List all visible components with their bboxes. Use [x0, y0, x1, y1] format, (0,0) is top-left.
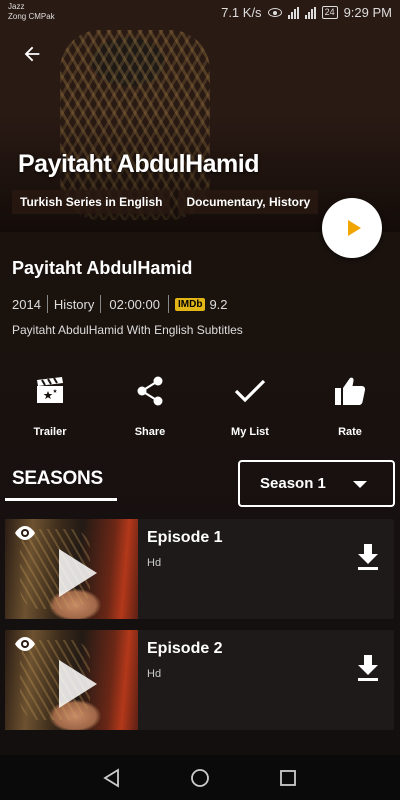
download-icon[interactable] [356, 654, 380, 682]
eye-icon [15, 526, 35, 540]
episode-quality: Hd [147, 668, 162, 680]
year: 2014 [12, 296, 41, 312]
meta-row: 2014 History 02:00:00 IMDb 9.2 [12, 295, 228, 313]
genre: History [53, 296, 95, 312]
play-icon [347, 220, 361, 236]
action-row: Trailer Share My List Rate [0, 372, 400, 438]
hero-tags: Turkish Series in English Documentary, H… [12, 190, 319, 214]
description: Payitaht AbdulHamid With English Subtitl… [12, 323, 243, 337]
carrier-line2: Zong CMPak [8, 12, 55, 21]
share-button[interactable]: Share [100, 372, 200, 438]
imdb-badge: IMDb [174, 297, 206, 311]
tag-category: Turkish Series in English [12, 190, 171, 214]
eye-icon [15, 637, 35, 651]
seasons-tab[interactable]: SEASONS [12, 468, 103, 490]
system-nav-bar [0, 755, 400, 800]
status-bar: Jazz Zong CMPak 7.1 K/s 24 9:29 PM [0, 0, 400, 28]
back-button[interactable] [18, 40, 46, 68]
episode-card[interactable]: Episode 1 Hd [5, 519, 394, 619]
my-list-label: My List [231, 426, 269, 438]
episode-title: Episode 1 [147, 529, 223, 546]
duration: 02:00:00 [109, 296, 160, 312]
home-circle-icon[interactable] [190, 768, 210, 788]
episode-quality: Hd [147, 557, 162, 569]
season-dropdown[interactable]: Season 1 [238, 460, 395, 507]
season-dropdown-value: Season 1 [260, 475, 326, 492]
battery-indicator: 24 [321, 6, 338, 19]
clapperboard-icon [37, 377, 63, 403]
rate-button[interactable]: Rate [300, 372, 400, 438]
play-overlay-icon [59, 660, 97, 708]
episode-card[interactable]: Episode 2 Hd [5, 630, 394, 730]
tag-genre: Documentary, History [178, 190, 319, 214]
trailer-label: Trailer [33, 426, 67, 438]
signal-icon [287, 6, 299, 19]
download-icon[interactable] [356, 543, 380, 571]
share-label: Share [134, 426, 166, 438]
divider [46, 295, 48, 313]
carrier-info: Jazz Zong CMPak [8, 2, 55, 22]
trailer-button[interactable]: Trailer [0, 372, 100, 438]
caret-down-icon [353, 481, 367, 488]
divider [167, 295, 169, 313]
episode-title: Episode 2 [147, 640, 223, 657]
my-list-button[interactable]: My List [200, 372, 300, 438]
show-title: Payitaht AbdulHamid [12, 258, 193, 278]
net-speed: 7.1 K/s [221, 5, 262, 20]
rate-label: Rate [338, 426, 362, 438]
play-button[interactable] [322, 198, 382, 258]
rating: 9.2 [209, 296, 228, 312]
share-icon [137, 376, 163, 406]
clock: 9:29 PM [343, 5, 392, 20]
back-arrow-icon [24, 46, 40, 62]
back-triangle-icon[interactable] [102, 767, 122, 788]
seasons-tab-indicator [5, 498, 117, 501]
episode-thumbnail[interactable] [5, 630, 138, 730]
hero-title: Payitaht AbdulHamid [18, 150, 260, 178]
thumbs-up-icon [335, 377, 366, 405]
eye-comfort-icon [267, 8, 282, 17]
divider [100, 295, 102, 313]
signal-icon-2 [304, 6, 316, 19]
recents-square-icon[interactable] [278, 768, 298, 788]
carrier-line1: Jazz [8, 2, 25, 11]
play-overlay-icon [59, 549, 97, 597]
episode-thumbnail[interactable] [5, 519, 138, 619]
checkmark-icon [234, 379, 266, 403]
status-right: 7.1 K/s 24 9:29 PM [221, 5, 392, 20]
